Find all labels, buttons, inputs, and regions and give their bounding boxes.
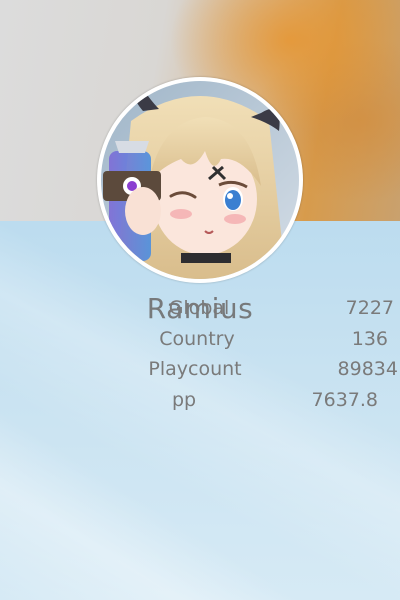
- avatar-image: [101, 81, 299, 279]
- stat-label-global: Global: [168, 297, 230, 319]
- avatar[interactable]: [97, 77, 303, 283]
- stat-label-pp: pp: [171, 389, 197, 411]
- stat-label-country: Country: [159, 328, 235, 350]
- stat-value-country: 136: [351, 328, 388, 350]
- stat-label-playcount: Playcount: [148, 358, 242, 380]
- anime-girl-avatar-icon: [101, 81, 299, 279]
- stat-value-global: 7227: [345, 297, 394, 319]
- stat-value-playcount: 89834: [337, 358, 398, 380]
- stat-value-pp: 7637.8: [311, 389, 378, 411]
